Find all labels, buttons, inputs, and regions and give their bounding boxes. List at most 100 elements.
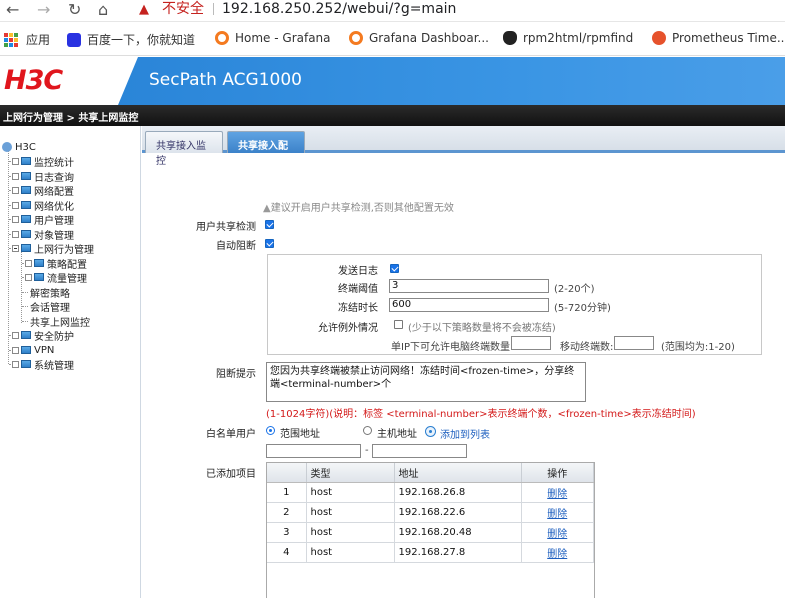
delete-link[interactable]: 删除	[547, 509, 567, 520]
block-prompt-textarea[interactable]: 您因为共享终端被禁止访问网络！冻结时间<frozen-time>，分享终端<te…	[266, 362, 586, 402]
home-icon[interactable]: ⌂	[98, 1, 108, 19]
range-dash: -	[365, 445, 369, 456]
sidebar-item-security[interactable]: 安全防护	[12, 328, 74, 343]
expand-icon[interactable]	[12, 331, 19, 339]
sidebar-item-monitor[interactable]: 监控统计	[12, 154, 74, 169]
sidebar-item-session[interactable]: 会话管理	[30, 299, 70, 314]
h3c-logo: H3C	[4, 65, 63, 96]
folder-icon	[21, 230, 31, 238]
reload-icon[interactable]: ↻	[68, 1, 81, 19]
sidebar-item-policy[interactable]: 策略配置	[25, 256, 87, 271]
h3c-root-icon	[2, 142, 12, 152]
sidebar-item-network[interactable]: 网络配置	[12, 183, 74, 198]
sidebar-item-optimize[interactable]: 网络优化	[12, 198, 74, 213]
auto-block-checkbox[interactable]	[265, 239, 274, 248]
sidebar-item-system[interactable]: 系统管理	[12, 357, 74, 372]
bookmark-label: rpm2html/rpmfind	[523, 31, 634, 45]
expand-icon[interactable]	[25, 273, 32, 281]
warning-icon: ▲	[139, 2, 149, 17]
send-log-checkbox[interactable]	[390, 264, 399, 273]
bookmark-grafana-dashboard[interactable]: Grafana Dashboar...	[349, 31, 489, 45]
freeze-time-input[interactable]: 600	[389, 298, 549, 312]
expand-icon[interactable]	[12, 172, 19, 180]
app-header: H3C SecPath ACG1000	[0, 57, 785, 105]
sidebar-item-behavior[interactable]: 上网行为管理	[12, 241, 94, 256]
share-detect-label: 用户共享检测	[196, 222, 256, 233]
folder-icon	[21, 331, 31, 339]
config-note: ▲建议开启用户共享检测,否则其他配置无效	[263, 203, 454, 214]
range-start-input[interactable]	[266, 444, 361, 458]
col-index	[267, 463, 307, 483]
host-address-radio[interactable]	[363, 426, 372, 435]
added-items-label: 已添加项目	[206, 469, 256, 480]
range-end-input[interactable]	[372, 444, 467, 458]
delete-link[interactable]: 删除	[547, 489, 567, 500]
bookmark-baidu[interactable]: 百度一下，你就知道	[67, 31, 195, 48]
host-address-label: 主机地址	[377, 429, 417, 440]
whitelist-label: 白名单用户	[206, 429, 256, 440]
sidebar-item-users[interactable]: 用户管理	[12, 212, 74, 227]
expand-icon[interactable]	[12, 157, 19, 165]
range-hint: (范围均为:1-20)	[661, 342, 735, 353]
expand-icon[interactable]	[12, 230, 19, 238]
single-ip-input[interactable]	[511, 336, 551, 350]
collapse-icon[interactable]	[12, 244, 19, 252]
tab-share-config[interactable]: 共享接入配置	[227, 131, 305, 167]
breadcrumb: 上网行为管理 > 共享上网监控	[0, 105, 785, 126]
insecure-label[interactable]: 不安全	[162, 0, 204, 18]
grafana-icon	[349, 31, 363, 45]
mobile-input[interactable]	[614, 336, 654, 350]
folder-icon	[21, 244, 31, 252]
main-panel: 共享接入监控 共享接入配置 ▲建议开启用户共享检测,否则其他配置无效 用户共享检…	[142, 126, 785, 598]
sidebar-item-log[interactable]: 日志查询	[12, 169, 74, 184]
bookmark-rpm2html[interactable]: rpm2html/rpmfind	[503, 31, 633, 45]
tab-bar: 共享接入监控 共享接入配置	[142, 126, 785, 167]
expand-icon[interactable]	[12, 360, 19, 368]
table-header-row: 类型 地址 操作	[267, 463, 594, 483]
delete-link[interactable]: 删除	[547, 529, 567, 540]
allow-exception-checkbox[interactable]	[394, 320, 403, 329]
sidebar-item-decrypt[interactable]: 解密策略	[30, 285, 70, 300]
delete-link[interactable]: 删除	[547, 549, 567, 560]
bookmarks-bar: 应用 百度一下，你就知道 Home - Grafana Grafana Dash…	[0, 22, 785, 56]
mobile-label: 移动终端数:	[560, 342, 614, 353]
forward-arrow-icon[interactable]: →	[37, 1, 50, 19]
block-prompt-help: (1-1024字符)(说明：标签 <terminal-number>表示终端个数…	[266, 409, 696, 420]
bookmark-apps[interactable]: 应用	[4, 31, 50, 48]
baidu-icon	[67, 32, 81, 47]
sidebar-item-objects[interactable]: 对象管理	[12, 227, 74, 242]
separator	[213, 3, 214, 15]
row-type: host	[306, 502, 395, 523]
table-row: 2 host 192.168.22.6 删除	[267, 502, 594, 523]
terminal-threshold-hint: (2-20个)	[554, 284, 595, 295]
folder-icon	[21, 346, 31, 354]
whitelist-table: 类型 地址 操作 1 host 192.168.26.8 删除 2 host 1…	[266, 462, 595, 598]
table-row: 1 host 192.168.26.8 删除	[267, 482, 594, 503]
browser-address-bar: ← → ↻ ⌂ ▲ 不安全 192.168.250.252/webui/?g=m…	[0, 0, 785, 22]
range-address-radio[interactable]	[266, 426, 275, 435]
bookmark-label: 百度一下，你就知道	[87, 33, 196, 47]
range-address-label: 范围地址	[280, 429, 320, 440]
add-icon[interactable]	[425, 426, 436, 437]
row-address: 192.168.26.8	[394, 482, 522, 503]
sidebar-item-vpn[interactable]: VPN	[12, 343, 54, 357]
col-address: 地址	[394, 463, 522, 483]
url-field[interactable]: 192.168.250.252/webui/?g=main	[222, 0, 456, 18]
expand-icon[interactable]	[12, 201, 19, 209]
back-arrow-icon[interactable]: ←	[6, 1, 19, 19]
expand-icon[interactable]	[25, 259, 32, 267]
terminal-threshold-input[interactable]: 3	[389, 279, 549, 293]
bookmark-prometheus[interactable]: Prometheus Time...	[652, 31, 785, 45]
apps-grid-icon	[4, 32, 18, 47]
expand-icon[interactable]	[12, 215, 19, 223]
expand-icon[interactable]	[12, 186, 19, 194]
add-to-list-link[interactable]: 添加到列表	[440, 426, 490, 441]
sidebar-item-share-monitor[interactable]: 共享上网监控	[30, 314, 90, 329]
share-detect-checkbox[interactable]	[265, 220, 274, 229]
tree-root[interactable]: H3C	[2, 140, 36, 154]
sidebar-item-traffic[interactable]: 流量管理	[25, 270, 87, 285]
folder-icon	[21, 186, 31, 194]
bookmark-grafana-home[interactable]: Home - Grafana	[215, 31, 331, 45]
expand-icon[interactable]	[12, 346, 19, 354]
tab-share-monitor[interactable]: 共享接入监控	[145, 131, 223, 167]
